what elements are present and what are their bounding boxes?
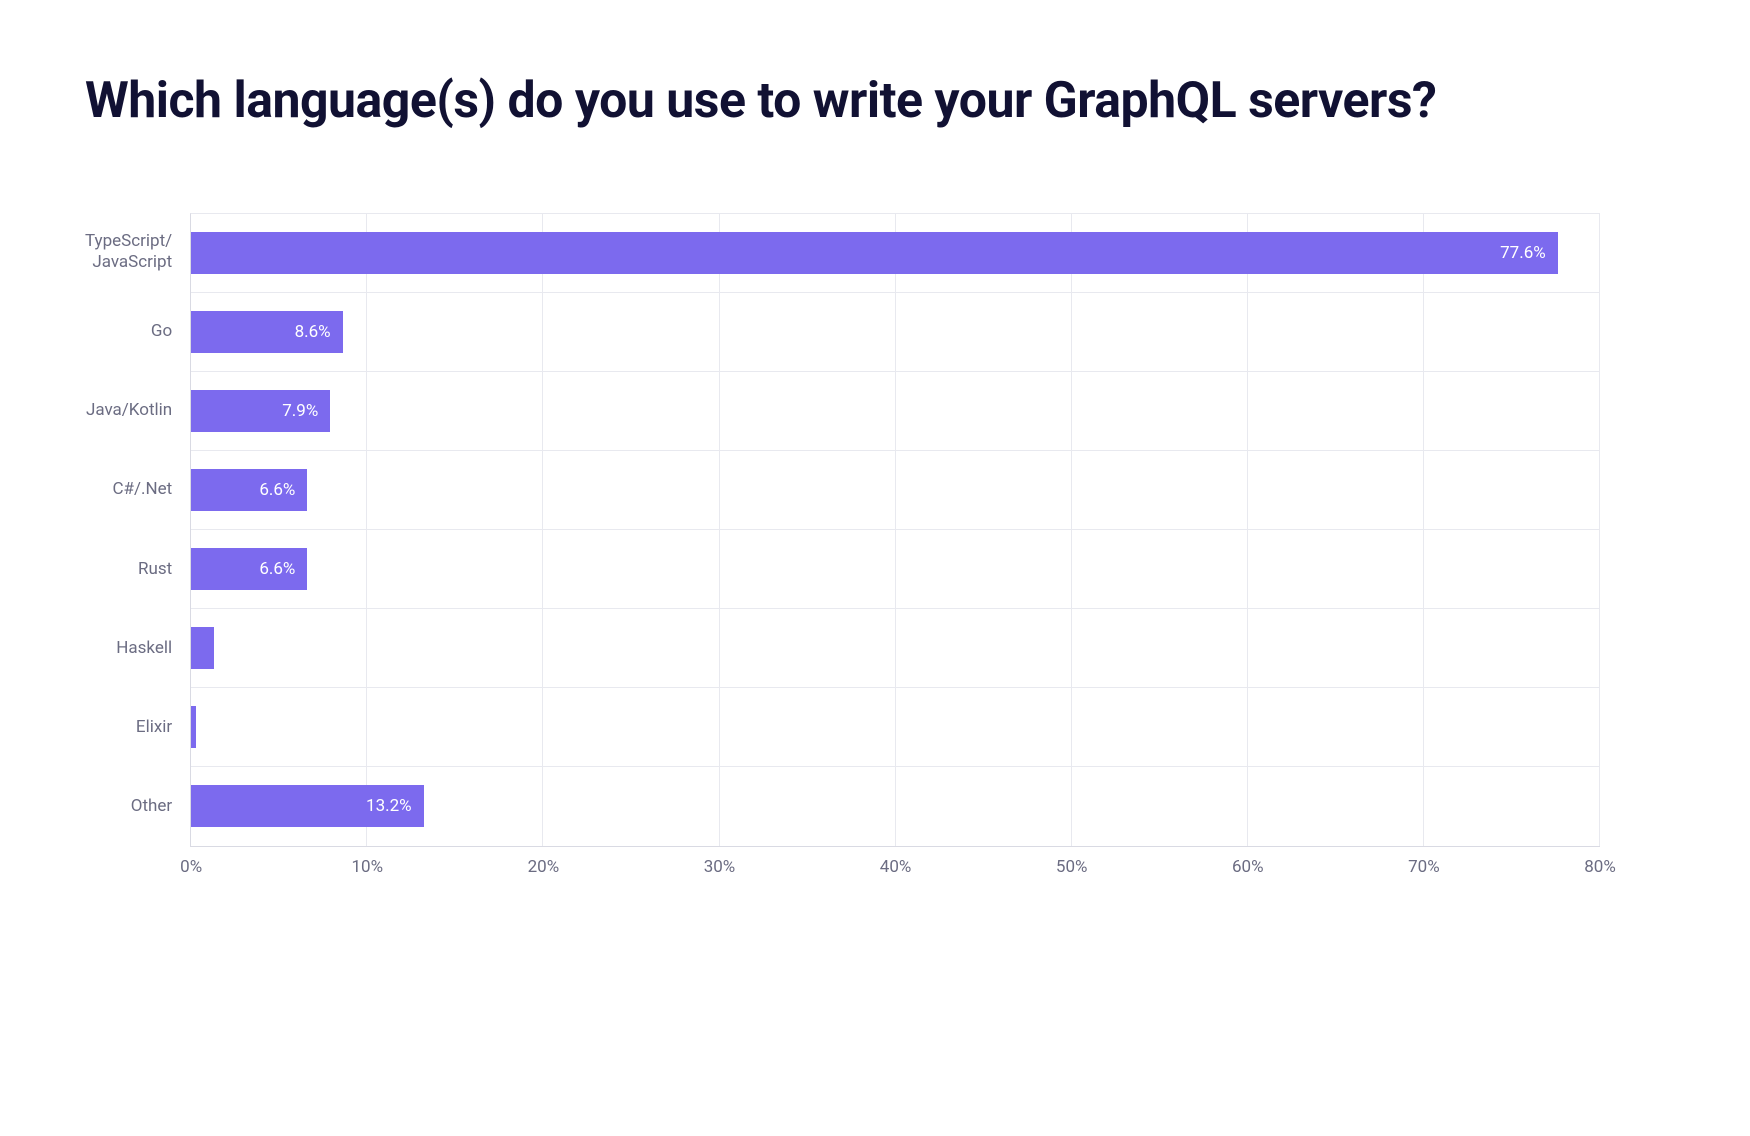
bar: 13.2% <box>191 785 423 827</box>
y-axis-label: Other <box>85 767 172 846</box>
bar-row: 7.9% <box>191 372 1600 451</box>
bar-row: 8.6% <box>191 293 1600 372</box>
y-axis-label: Go <box>85 292 172 371</box>
x-axis-tick: 60% <box>1232 857 1264 877</box>
x-axis-tick: 50% <box>1056 857 1088 877</box>
y-axis-labels: TypeScript/ JavaScriptGoJava/KotlinC#/.N… <box>85 213 190 847</box>
bar: 8.6% <box>191 311 342 353</box>
bar-row: 77.6% <box>191 214 1600 293</box>
x-axis-tick: 40% <box>880 857 912 877</box>
bar-value-label: 6.6% <box>259 480 295 500</box>
bar: 77.6% <box>191 232 1558 274</box>
bar <box>191 706 196 748</box>
x-axis: 0%10%20%30%40%50%60%70%80% <box>191 847 1600 887</box>
y-axis-label: Rust <box>85 530 172 609</box>
bar: 7.9% <box>191 390 330 432</box>
bar-row <box>191 688 1600 767</box>
x-axis-tick: 80% <box>1584 857 1616 877</box>
bar <box>191 627 214 669</box>
plot-area: 77.6% 8.6% 7.9% 6.6% 6.6% 13.2% <box>190 213 1600 847</box>
bar-value-label: 6.6% <box>259 559 295 579</box>
bar: 6.6% <box>191 548 307 590</box>
y-axis-label: Elixir <box>85 688 172 767</box>
bar-rows: 77.6% 8.6% 7.9% 6.6% 6.6% 13.2% <box>191 214 1600 846</box>
x-axis-tick: 70% <box>1408 857 1440 877</box>
bar-value-label: 8.6% <box>295 322 331 342</box>
bar-row: 13.2% <box>191 767 1600 846</box>
bar-row: 6.6% <box>191 530 1600 609</box>
y-axis-label: Java/Kotlin <box>85 371 172 450</box>
bar-value-label: 77.6% <box>1500 243 1546 263</box>
bar-row <box>191 609 1600 688</box>
bar-value-label: 13.2% <box>366 796 412 816</box>
x-axis-tick: 0% <box>180 857 202 877</box>
x-axis-tick: 30% <box>704 857 736 877</box>
bar-row: 6.6% <box>191 451 1600 530</box>
bar-value-label: 7.9% <box>282 401 318 421</box>
bar: 6.6% <box>191 469 307 511</box>
x-axis-tick: 20% <box>528 857 560 877</box>
y-axis-label: Haskell <box>85 609 172 688</box>
x-axis-tick: 10% <box>351 857 383 877</box>
y-axis-label: TypeScript/ JavaScript <box>85 213 172 292</box>
chart-title: Which language(s) do you use to write yo… <box>85 70 1600 133</box>
chart-container: TypeScript/ JavaScriptGoJava/KotlinC#/.N… <box>85 213 1600 887</box>
y-axis-label: C#/.Net <box>85 450 172 529</box>
